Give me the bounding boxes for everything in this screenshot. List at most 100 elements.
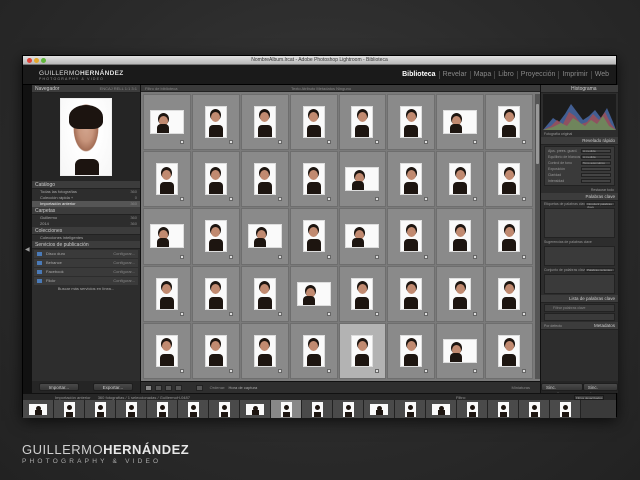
grid-cell[interactable]	[191, 322, 240, 379]
quick-develop-row-control[interactable]	[581, 179, 611, 183]
grid-cell[interactable]	[338, 265, 387, 322]
grid-cell[interactable]	[289, 208, 338, 265]
grid-cell[interactable]	[289, 151, 338, 208]
grid-cell[interactable]	[436, 208, 485, 265]
grid-cell[interactable]	[289, 322, 338, 379]
collapse-left-panel-icon[interactable]: ◀	[25, 246, 30, 253]
filmstrip-cell[interactable]	[116, 400, 147, 418]
keywording-header[interactable]: Palabras clave	[541, 193, 618, 201]
sync-settings-button[interactable]: Sinc. ajustes	[582, 383, 618, 397]
compare-view-icon[interactable]	[165, 384, 173, 391]
grid-view-icon[interactable]	[145, 384, 152, 391]
grid-cell[interactable]	[143, 208, 191, 265]
filmstrip-cell[interactable]	[23, 400, 54, 418]
filmstrip-cell[interactable]	[85, 400, 116, 418]
histogram-header[interactable]: Histograma	[541, 85, 618, 93]
publish-service-configure[interactable]: Configurar...	[113, 277, 135, 285]
find-more-services-link[interactable]: Buscar más servicios en línea...	[32, 286, 140, 292]
navigator-header[interactable]: Navegador ENCAJ RELL 1:1 3:1	[32, 85, 140, 93]
catalog-header[interactable]: Catálogo	[32, 181, 140, 189]
folders-header[interactable]: Carpetas	[32, 207, 140, 215]
publish-service-configure[interactable]: Configurar...	[113, 250, 135, 258]
publish-service-item[interactable]: Facebook Configurar...	[34, 268, 138, 276]
grid-scrollbar[interactable]	[535, 94, 540, 379]
grid-cell[interactable]	[387, 94, 436, 151]
grid-cell[interactable]	[191, 94, 240, 151]
filmstrip-cell[interactable]	[54, 400, 85, 418]
painter-icon[interactable]	[195, 384, 203, 391]
grid-cell[interactable]	[143, 265, 191, 322]
grid-cell[interactable]	[143, 322, 191, 379]
quick-develop-row-control[interactable]	[581, 173, 611, 177]
quick-develop-row-control[interactable]: Tono automático	[581, 161, 611, 165]
grid-cell[interactable]	[338, 322, 387, 379]
filmstrip-cell[interactable]	[178, 400, 209, 418]
grid-cell[interactable]	[143, 151, 191, 208]
metadata-preset-select[interactable]: Por defecto	[544, 324, 562, 328]
module-biblioteca[interactable]: Biblioteca	[399, 71, 438, 79]
filmstrip-cell[interactable]	[364, 400, 395, 418]
loupe-view-icon[interactable]	[155, 384, 163, 391]
filmstrip-cell[interactable]	[240, 400, 271, 418]
publish-services-header[interactable]: Servicios de publicación	[32, 241, 140, 249]
metadata-header[interactable]: Por defecto Metadatos	[541, 322, 618, 330]
module-libro[interactable]: Libro	[494, 71, 517, 79]
grid-cell[interactable]	[387, 265, 436, 322]
filmstrip-cell[interactable]	[302, 400, 333, 418]
publish-service-configure[interactable]: Configurar...	[113, 268, 135, 276]
library-filter-bar[interactable]: Filtro de biblioteca Texto Atributo Meta…	[141, 85, 540, 92]
filmstrip-cell[interactable]	[519, 400, 550, 418]
grid-cell[interactable]	[338, 208, 387, 265]
keyword-filter-input[interactable]: Filtrar palabras clave	[544, 304, 615, 312]
filmstrip-cell[interactable]	[333, 400, 364, 418]
library-filter-tabs[interactable]: Texto Atributo Metadatos Ninguno	[291, 85, 351, 92]
module-proyeccin[interactable]: Proyección	[516, 71, 559, 79]
module-revelar[interactable]: Revelar	[438, 71, 470, 79]
quick-develop-header[interactable]: Revelado rápido	[541, 137, 618, 145]
filmstrip-cell[interactable]	[147, 400, 178, 418]
grid-cell[interactable]	[240, 208, 289, 265]
grid-cell[interactable]	[240, 94, 289, 151]
grid-cell[interactable]	[485, 208, 533, 265]
keyword-list-header[interactable]: Lista de palabras clave	[541, 295, 618, 303]
grid-cell[interactable]	[436, 94, 485, 151]
keyword-tags-select[interactable]: Introducir palabras clave	[585, 202, 615, 209]
export-button[interactable]: Exportar...	[92, 383, 134, 391]
grid-cell[interactable]	[485, 94, 533, 151]
keyword-list-area[interactable]	[544, 313, 615, 321]
quick-develop-row-control[interactable]: A medida	[581, 149, 611, 153]
grid-cell[interactable]	[387, 322, 436, 379]
grid-cell[interactable]	[143, 94, 191, 151]
module-web[interactable]: Web	[590, 71, 612, 79]
navigator-preview[interactable]	[32, 93, 140, 181]
collections-header[interactable]: Colecciones	[32, 227, 140, 235]
grid-cell[interactable]	[338, 151, 387, 208]
sync-metadata-button[interactable]: Sinc. metadatos	[541, 383, 583, 397]
grid-scrollbar-thumb[interactable]	[536, 104, 539, 164]
publish-service-item[interactable]: Flickr Configurar...	[34, 277, 138, 285]
filmstrip-cell[interactable]	[457, 400, 488, 418]
grid-cell[interactable]	[240, 151, 289, 208]
publish-service-item[interactable]: Disco duro Configurar...	[34, 250, 138, 258]
filmstrip-cell[interactable]	[488, 400, 519, 418]
grid-cell[interactable]	[338, 94, 387, 151]
grid-cell[interactable]	[485, 322, 533, 379]
publish-service-item[interactable]: Behance Configurar...	[34, 259, 138, 267]
module-mapa[interactable]: Mapa	[469, 71, 495, 79]
keyword-tags-input[interactable]	[544, 208, 615, 238]
grid-cell[interactable]	[240, 265, 289, 322]
grid-cell[interactable]	[191, 265, 240, 322]
grid-cell[interactable]	[485, 151, 533, 208]
grid-cell[interactable]	[436, 151, 485, 208]
survey-view-icon[interactable]	[175, 384, 183, 391]
grid-cell[interactable]	[191, 208, 240, 265]
grid-cell[interactable]	[240, 322, 289, 379]
filmstrip-cell[interactable]	[395, 400, 426, 418]
module-imprimir[interactable]: Imprimir	[558, 71, 590, 79]
grid-cell[interactable]	[289, 94, 338, 151]
grid-cell[interactable]	[436, 265, 485, 322]
grid-cell[interactable]	[387, 208, 436, 265]
filmstrip-cell[interactable]	[271, 400, 302, 418]
keyword-set-area[interactable]	[544, 274, 615, 294]
grid-cell[interactable]	[289, 265, 338, 322]
